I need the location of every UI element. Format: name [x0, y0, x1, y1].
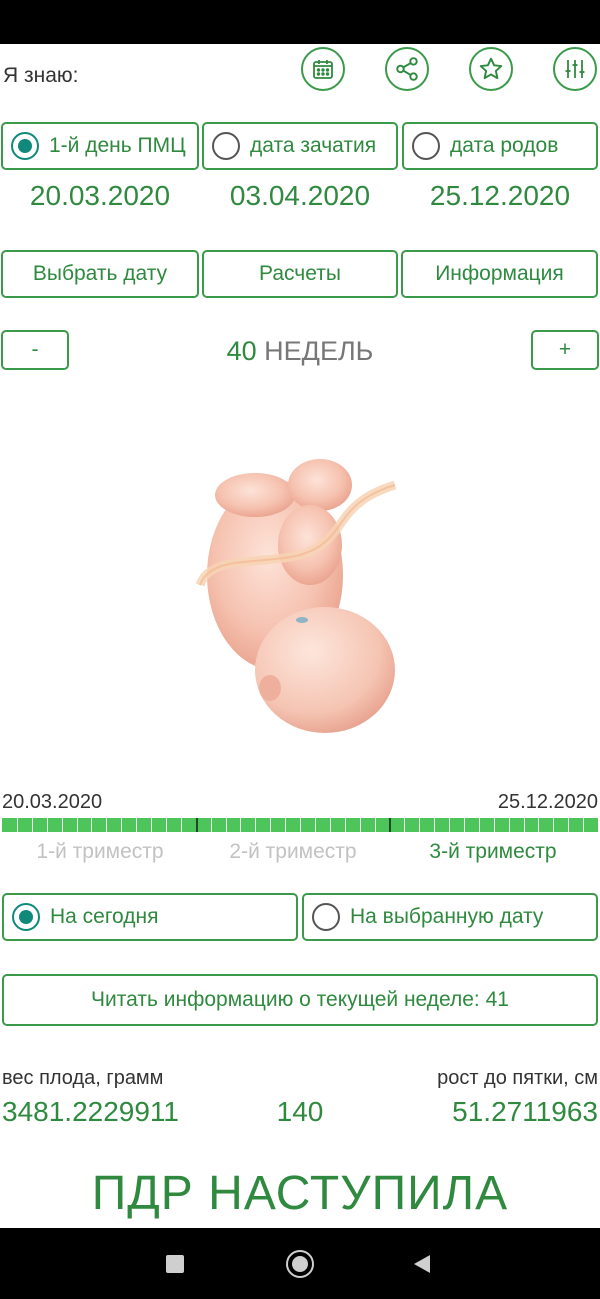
navigation-bar — [0, 1228, 600, 1299]
star-icon — [479, 57, 503, 80]
trimester-2-label: 2-й триместр — [229, 840, 357, 863]
week-minus-button[interactable]: - — [1, 330, 69, 370]
recents-icon[interactable] — [166, 1255, 184, 1273]
middle-value: 140 — [276, 1096, 324, 1127]
week-divider — [524, 818, 525, 832]
conception-date: 03.04.2020 — [229, 180, 371, 211]
week-divider — [583, 818, 584, 832]
due-date: 25.12.2020 — [429, 180, 571, 211]
week-divider — [47, 818, 48, 832]
week-divider — [404, 818, 405, 832]
mode-lmp-label: 1-й день ПМЦ — [49, 134, 186, 157]
weight-label: вес плода, грамм — [2, 1067, 164, 1089]
calendar-icon — [313, 60, 333, 79]
week-divider — [419, 818, 420, 832]
timeline-end-date: 25.12.2020 — [497, 791, 598, 813]
calendar-button[interactable] — [301, 47, 345, 91]
week-divider — [211, 818, 212, 832]
week-divider — [91, 818, 92, 832]
trimester-divider — [196, 818, 198, 832]
week-divider — [449, 818, 450, 832]
height-value: 51.2711963 — [452, 1096, 598, 1127]
pregnancy-progress-bar — [2, 818, 598, 832]
selected-date-label: На выбранную дату — [350, 905, 544, 928]
week-divider — [17, 818, 18, 832]
mode-lmp-radio[interactable]: 1-й день ПМЦ — [1, 122, 199, 170]
home-icon[interactable] — [286, 1250, 314, 1278]
week-divider — [270, 818, 271, 832]
week-divider — [568, 818, 569, 832]
week-divider — [330, 818, 331, 832]
week-divider — [509, 818, 510, 832]
mode-conception-label: дата зачатия — [250, 134, 377, 157]
status-bar — [0, 0, 600, 44]
week-divider — [538, 818, 539, 832]
timeline-start-date: 20.03.2020 — [2, 791, 103, 813]
week-divider — [136, 818, 137, 832]
share-button[interactable] — [385, 47, 429, 91]
radio-checked-icon — [12, 903, 40, 931]
trimester-1-label: 1-й триместр — [36, 840, 164, 863]
settings-button[interactable] — [553, 47, 597, 91]
week-plus-button[interactable]: + — [531, 330, 599, 370]
week-divider — [226, 818, 227, 832]
week-divider — [62, 818, 63, 832]
calculations-button[interactable]: Расчеты — [202, 250, 398, 298]
week-display: 40 НЕДЕЛЬ — [150, 336, 450, 367]
week-divider — [464, 818, 465, 832]
week-divider — [166, 818, 167, 832]
radio-unchecked-icon — [212, 132, 240, 160]
week-divider — [181, 818, 182, 832]
week-divider — [106, 818, 107, 832]
height-label: рост до пятки, см — [437, 1067, 598, 1089]
weight-value: 3481.2229911 — [2, 1096, 179, 1127]
sliders-icon — [565, 60, 585, 78]
information-button[interactable]: Информация — [401, 250, 598, 298]
week-divider — [77, 818, 78, 832]
selected-date-radio[interactable]: На выбранную дату — [302, 893, 598, 941]
week-number: 40 — [226, 336, 257, 366]
today-radio[interactable]: На сегодня — [2, 893, 298, 941]
know-label: Я знаю: — [3, 64, 79, 87]
week-divider — [151, 818, 152, 832]
due-status: ПДР НАСТУПИЛА — [91, 1167, 509, 1220]
fetus-image — [195, 459, 397, 733]
trimester-3-label: 3-й триместр — [429, 840, 557, 863]
week-unit: НЕДЕЛЬ — [264, 336, 374, 366]
choose-date-button[interactable]: Выбрать дату — [1, 250, 199, 298]
read-week-info-button[interactable]: Читать информацию о текущей неделе: 41 — [2, 974, 598, 1026]
mode-conception-radio[interactable]: дата зачатия — [202, 122, 398, 170]
radio-unchecked-icon — [412, 132, 440, 160]
radio-checked-icon — [11, 132, 39, 160]
week-divider — [121, 818, 122, 832]
favorites-button[interactable] — [469, 47, 513, 91]
share-icon — [396, 57, 418, 81]
week-divider — [494, 818, 495, 832]
week-divider — [553, 818, 554, 832]
week-divider — [32, 818, 33, 832]
mode-due-label: дата родов — [450, 134, 559, 157]
lmp-date: 20.03.2020 — [29, 180, 171, 211]
radio-unchecked-icon — [312, 903, 340, 931]
today-label: На сегодня — [50, 905, 159, 928]
week-divider — [375, 818, 376, 832]
week-divider — [315, 818, 316, 832]
week-divider — [300, 818, 301, 832]
week-divider — [360, 818, 361, 832]
week-divider — [434, 818, 435, 832]
trimester-divider — [389, 818, 391, 832]
week-divider — [345, 818, 346, 832]
week-divider — [240, 818, 241, 832]
back-icon[interactable] — [413, 1254, 431, 1274]
week-divider — [285, 818, 286, 832]
week-divider — [255, 818, 256, 832]
week-divider — [479, 818, 480, 832]
mode-due-radio[interactable]: дата родов — [402, 122, 598, 170]
